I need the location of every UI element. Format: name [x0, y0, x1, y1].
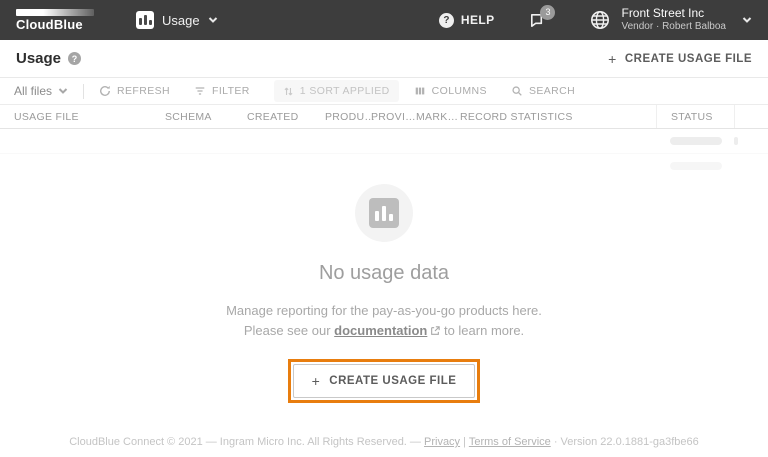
page-help-icon[interactable]: ? [68, 52, 82, 65]
globe-icon [591, 11, 610, 29]
module-switcher[interactable]: Usage [136, 11, 218, 29]
cloudblue-logo-text: CloudBlue [16, 17, 83, 32]
empty-state-icon-circle [355, 184, 413, 242]
terms-of-service-link[interactable]: Terms of Service [469, 436, 551, 448]
external-link-icon [430, 322, 441, 342]
module-label: Usage [162, 12, 200, 28]
chevron-down-icon [58, 88, 68, 94]
sort-applied-label: 1 SORT APPLIED [299, 85, 390, 97]
column-header-marketplace[interactable]: MARK… [416, 111, 460, 123]
column-header-record-statistics[interactable]: RECORD STATISTICS [460, 111, 656, 123]
column-header-provider[interactable]: PROVI… [371, 111, 416, 123]
chevron-down-icon [208, 17, 217, 23]
columns-icon [415, 87, 424, 95]
create-usage-file-button-label: CREATE USAGE FILE [329, 375, 457, 387]
column-header-status[interactable]: STATUS [656, 105, 734, 128]
table-header-row: USAGE FILE SCHEMA CREATED PRODU… PROVI… … [0, 105, 768, 129]
account-text: Front Street Inc Vendor · Robert Balboa [621, 7, 726, 33]
search-icon [512, 86, 522, 96]
empty-state-line2-suffix: to learn more. [443, 323, 525, 338]
account-menu[interactable]: Front Street Inc Vendor · Robert Balboa [589, 7, 752, 33]
table-row-skeleton [0, 129, 768, 153]
help-button[interactable]: ? HELP [438, 12, 495, 28]
column-header-schema[interactable]: SCHEMA [165, 111, 247, 123]
topbar-right-group: ? HELP 3 Front Street Inc Vendor · Rober… [438, 4, 752, 33]
plus-icon: + [311, 373, 321, 389]
action-highlight-annotation: + CREATE USAGE FILE [287, 359, 481, 403]
account-role: Vendor · Robert Balboa [621, 21, 726, 32]
page-title: Usage [16, 50, 62, 67]
cloudblue-logo-gradient [16, 9, 94, 16]
files-filter-select[interactable]: All files [14, 84, 68, 98]
columns-button[interactable]: COLUMNS [414, 85, 487, 97]
search-button[interactable]: SEARCH [511, 85, 575, 97]
column-header-actions [734, 105, 768, 128]
account-name: Front Street Inc [621, 6, 705, 20]
filter-button[interactable]: FILTER [194, 85, 250, 97]
footer-version: · Version 22.0.1881-ga3fbe66 [553, 436, 699, 448]
notification-badge: 3 [540, 4, 556, 20]
sort-icon [284, 87, 293, 95]
files-filter-value: All files [14, 84, 53, 98]
bar-chart-icon [136, 11, 154, 29]
page-footer: CloudBlue Connect © 2021 — Ingram Micro … [0, 436, 768, 448]
empty-state: No usage data Manage reporting for the p… [0, 184, 768, 403]
create-usage-file-button[interactable]: + CREATE USAGE FILE [292, 364, 476, 398]
page-header: Usage ? + CREATE USAGE FILE [0, 40, 768, 78]
plus-icon: + [608, 50, 617, 67]
privacy-link[interactable]: Privacy [424, 436, 460, 448]
table-toolbar: All files REFRESH FILTER 1 SORT APPLIED … [0, 78, 768, 105]
table-row-skeleton [0, 153, 768, 177]
notifications-button[interactable]: 3 [528, 4, 556, 30]
create-usage-file-link[interactable]: + CREATE USAGE FILE [608, 51, 752, 67]
column-header-product[interactable]: PRODU… [325, 111, 375, 123]
help-icon: ? [438, 12, 454, 28]
toolbar-divider [83, 83, 85, 99]
columns-label: COLUMNS [431, 85, 487, 97]
help-label: HELP [460, 13, 495, 27]
documentation-link[interactable]: documentation [334, 323, 427, 338]
empty-state-title: No usage data [318, 262, 450, 284]
skeleton-bar [734, 137, 738, 145]
cloudblue-logo[interactable]: CloudBlue [16, 9, 94, 31]
footer-copyright: CloudBlue Connect © 2021 — Ingram Micro … [69, 436, 421, 448]
refresh-icon [100, 85, 110, 96]
footer-separator: | [463, 436, 466, 448]
empty-state-line1: Manage reporting for the pay-as-you-go p… [226, 303, 542, 318]
search-label: SEARCH [528, 85, 576, 97]
filter-icon [195, 87, 205, 95]
refresh-button[interactable]: REFRESH [99, 85, 170, 97]
empty-state-line2-prefix: Please see our [243, 323, 331, 338]
top-navigation-bar: CloudBlue Usage ? HELP 3 Front Street In… [0, 0, 768, 40]
skeleton-bar [670, 161, 722, 170]
sort-applied-button[interactable]: 1 SORT APPLIED [273, 80, 399, 102]
bar-chart-icon [369, 198, 399, 228]
chevron-down-icon [742, 17, 752, 23]
filter-label: FILTER [212, 85, 250, 97]
column-header-created[interactable]: CREATED [247, 111, 325, 123]
column-header-usage-file[interactable]: USAGE FILE [14, 111, 165, 123]
empty-state-description: Manage reporting for the pay-as-you-go p… [226, 301, 542, 342]
create-usage-file-link-label: CREATE USAGE FILE [624, 52, 752, 65]
skeleton-bar [670, 137, 722, 145]
refresh-label: REFRESH [117, 85, 170, 97]
